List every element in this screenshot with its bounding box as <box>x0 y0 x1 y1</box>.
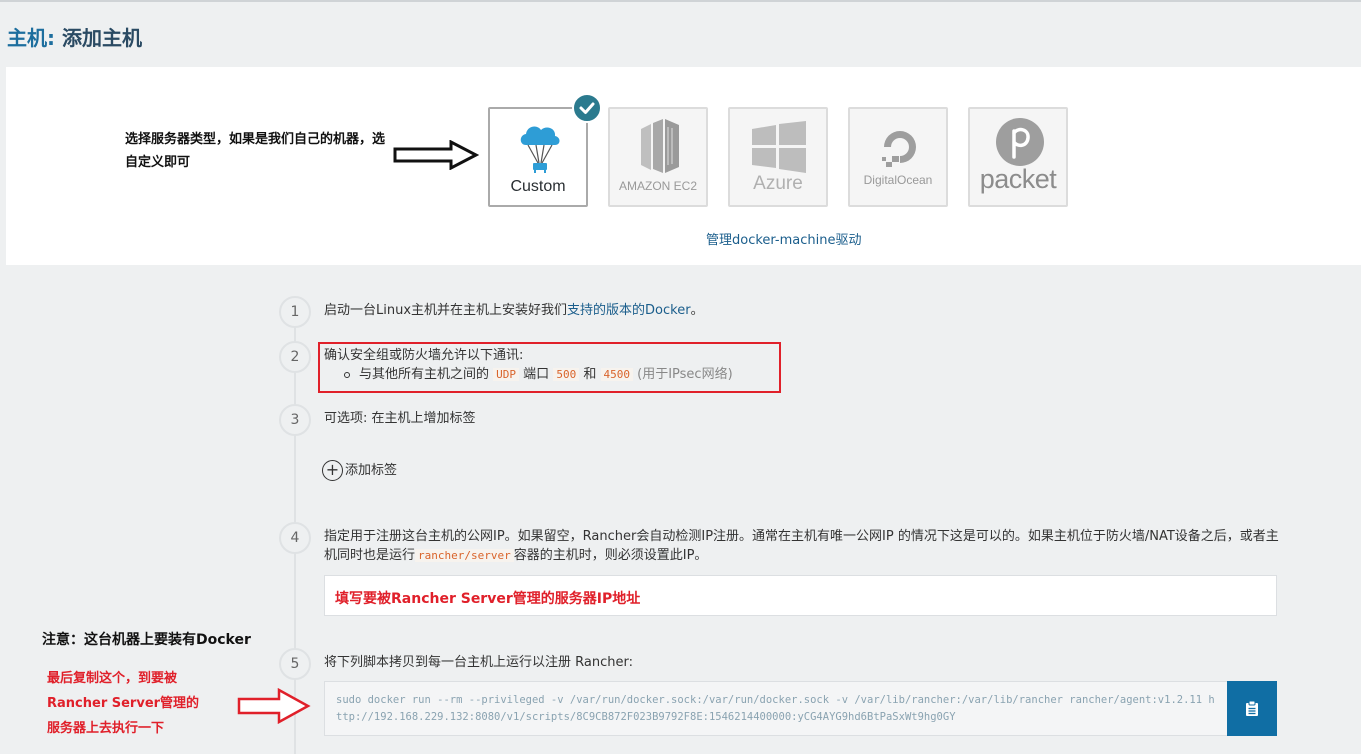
annotation-docker-required: 注意：这台机器上要装有Docker <box>42 632 251 648</box>
step-2-heading: 确认安全组或防火墙允许以下通讯: <box>324 348 524 363</box>
port-4500-code: 4500 <box>600 368 633 381</box>
step-3-text: 可选项: 在主机上增加标签 <box>324 411 476 426</box>
driver-custom[interactable]: Custom <box>488 93 602 207</box>
registration-ip-input[interactable]: 填写要被Rancher Server管理的服务器IP地址 <box>324 575 1277 616</box>
and-word: 和 <box>583 367 597 382</box>
copy-command-button[interactable] <box>1227 681 1277 736</box>
driver-amazon-ec2[interactable]: AMAZON EC2 <box>608 107 708 207</box>
ipsec-note: (用于IPsec网络) <box>637 367 733 382</box>
step-5-text: 将下列脚本拷贝到每一台主机上运行以注册 Rancher: <box>324 655 633 670</box>
amazon-ec2-icon <box>641 119 679 173</box>
step-2-number: 2 <box>279 341 311 373</box>
driver-custom-label: Custom <box>510 178 566 195</box>
step-1-text: 启动一台Linux主机并在主机上安装好我们支持的版本的Docker。 <box>324 301 704 320</box>
step-1-text-b: 。 <box>690 303 704 318</box>
port-500-code: 500 <box>553 368 580 381</box>
selected-check-icon <box>572 93 602 123</box>
annotation-copy-line-1: 最后复制这个，到要被 <box>47 671 178 686</box>
driver-packet[interactable]: packet <box>968 107 1068 207</box>
top-border <box>0 0 1361 2</box>
step-2-bullet: 与其他所有主机之间的 UDP 端口 500 和 4500 (用于IPsec网络) <box>324 365 733 384</box>
annotation-copy-line-3: 服务器上去执行一下 <box>47 721 165 736</box>
annotation-arrow-right-icon <box>393 140 479 170</box>
driver-packet-label: packet <box>979 164 1057 194</box>
driver-amazon-ec2-label: AMAZON EC2 <box>618 179 697 193</box>
rancher-server-code: rancher/server <box>415 549 514 562</box>
step-2-bullet-text: 与其他所有主机之间的 <box>359 367 490 382</box>
registration-command[interactable]: sudo docker run --rm --privileged -v /va… <box>324 681 1227 736</box>
step-1-text-a: 启动一台Linux主机并在主机上安装好我们 <box>324 303 568 318</box>
driver-digitalocean-label: DigitalOcean <box>863 173 933 187</box>
bullet-dot-icon <box>344 371 350 378</box>
digitalocean-icon <box>882 131 916 167</box>
plus-circle-icon: + <box>322 460 343 481</box>
udp-code: UDP <box>493 368 520 381</box>
add-label-text: 添加标签 <box>345 463 398 478</box>
step-2-text: 确认安全组或防火墙允许以下通讯: 与其他所有主机之间的 UDP 端口 500 和… <box>324 346 733 384</box>
step-3-number: 3 <box>279 404 311 436</box>
clipboard-icon <box>1246 700 1258 716</box>
add-label-button[interactable]: + 添加标签 <box>322 459 397 481</box>
step-1-number: 1 <box>279 296 311 328</box>
supported-docker-link[interactable]: 支持的版本的Docker <box>567 303 691 318</box>
annotation-copy-note: 最后复制这个，到要被 Rancher Server管理的 服务器上去执行一下 <box>47 666 247 741</box>
page-title: 主机: 添加主机 <box>7 22 142 51</box>
driver-azure[interactable]: Azure <box>728 107 828 207</box>
manage-drivers-link[interactable]: 管理docker-machine驱动 <box>706 229 862 248</box>
driver-azure-label: Azure <box>753 173 803 194</box>
port-word: 端口 <box>523 367 550 382</box>
driver-digitalocean[interactable]: DigitalOcean <box>848 107 948 207</box>
windows-icon <box>752 121 806 173</box>
step-4-text-b: 容器的主机时，则必须设置此IP。 <box>513 548 708 563</box>
packet-icon <box>996 118 1044 166</box>
step-4-number: 4 <box>279 522 311 554</box>
step-5-number: 5 <box>279 648 311 680</box>
annotation-copy-line-2: Rancher Server管理的 <box>47 696 200 711</box>
step-4-text: 指定用于注册这台主机的公网IP。如果留空，Rancher会自动检测IP注册。通常… <box>324 527 1279 565</box>
page-title-prefix: 主机: <box>7 26 55 50</box>
annotation-arrow-right-icon-2 <box>237 688 311 724</box>
page-title-main: 添加主机 <box>55 26 142 50</box>
annotation-select-type: 选择服务器类型，如果是我们自己的机器，选自定义即可 <box>125 132 386 170</box>
cloud-parachute-icon <box>520 126 560 173</box>
